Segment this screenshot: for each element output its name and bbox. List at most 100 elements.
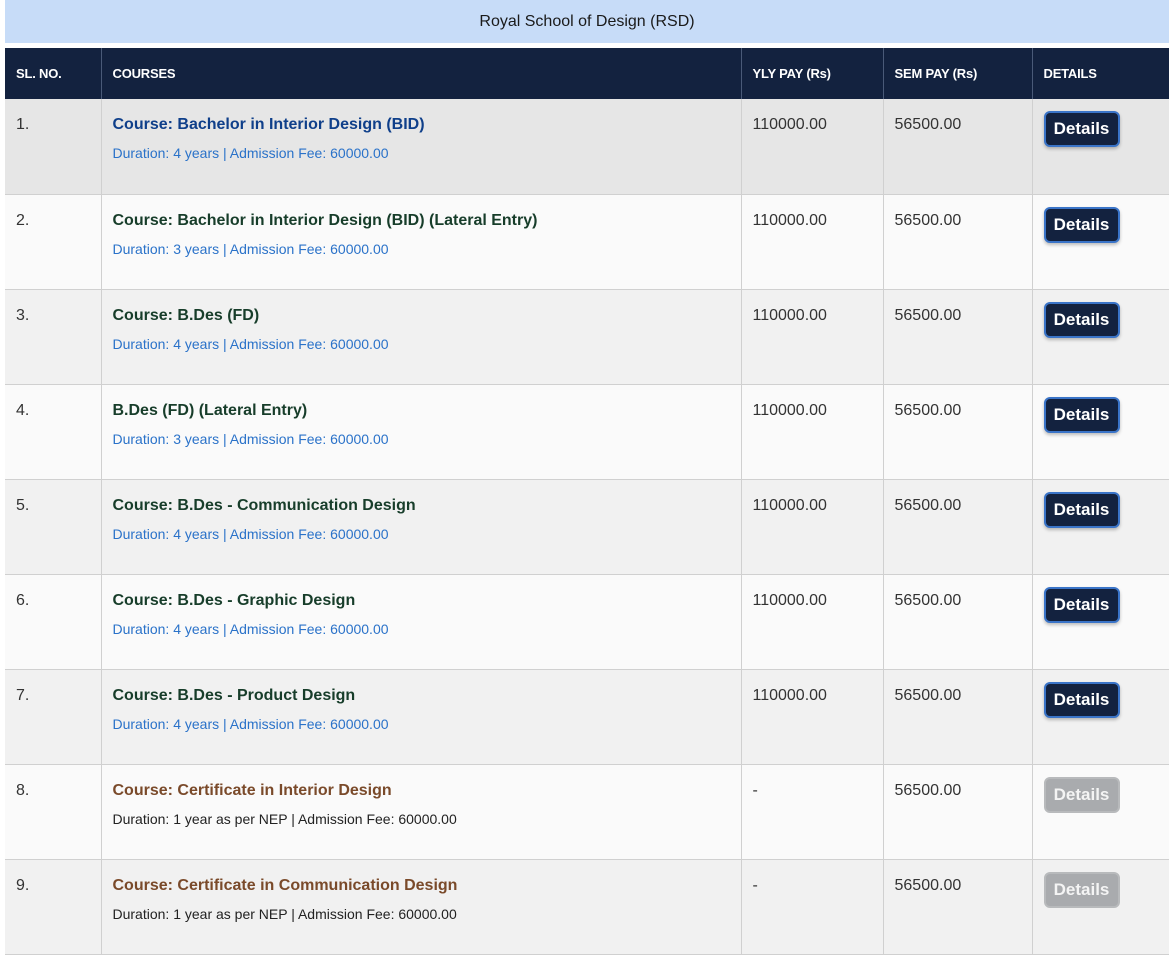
details-button: Details <box>1043 776 1120 813</box>
sl-no: 7. <box>16 686 30 704</box>
sl-no: 8. <box>16 781 30 799</box>
fee-table: SL. NO. COURSES YLY PAY (Rs) SEM PAY (Rs… <box>5 48 1169 955</box>
yly-pay: 110000.00 <box>752 401 827 419</box>
details-button[interactable]: Details <box>1043 586 1120 623</box>
table-row: 5. Course: B.Des - Communication Design Du… <box>5 479 1169 574</box>
sl-no-cell: 8. <box>5 764 102 859</box>
table-row: 3. Course: B.Des (FD) Duration: 4 years | … <box>5 289 1169 384</box>
details-cell: Details <box>1032 289 1169 384</box>
yly-pay: 110000.00 <box>752 591 827 609</box>
yly-pay: - <box>752 781 758 799</box>
course-info: Duration: 4 years | Admission Fee: 60000… <box>112 525 389 542</box>
yly-pay: 110000.00 <box>752 496 827 514</box>
page-title: Royal School of Design (RSD) <box>5 0 1169 43</box>
course-name: Course: B.Des - Graphic Design <box>112 591 356 609</box>
course-name: Course: Certificate in Communication Des… <box>112 876 458 894</box>
course-info: Duration: 4 years | Admission Fee: 60000… <box>112 620 389 637</box>
sem-pay-cell: 56500.00 <box>883 289 1033 384</box>
table-row: 1. Course: Bachelor in Interior Design (B… <box>5 99 1169 194</box>
table-row: 8. Course: Certificate in Interior Design… <box>5 764 1169 859</box>
course-info: Duration: 4 years | Admission Fee: 60000… <box>112 145 389 161</box>
details-button[interactable]: Details <box>1043 396 1120 433</box>
sl-no-cell: 5. <box>5 479 102 574</box>
sl-no: 1. <box>16 116 30 133</box>
yly-pay: 110000.00 <box>752 211 827 229</box>
sem-pay: 56500.00 <box>894 876 962 894</box>
course-name: Course: Certificate in Interior Design <box>112 781 392 799</box>
yly-pay-cell: 110000.00 <box>741 289 884 384</box>
sem-pay-cell: 56500.00 <box>883 99 1033 194</box>
course-info: Duration: 1 year as per NEP | Admission … <box>112 905 457 922</box>
yly-pay: 110000.00 <box>752 116 827 133</box>
course-cell: Course: Certificate in Communication Des… <box>101 859 742 954</box>
details-cell: Details <box>1032 384 1169 479</box>
sl-no: 9. <box>16 876 30 894</box>
yly-pay-cell: 110000.00 <box>741 669 884 764</box>
course-cell: Course: B.Des - Product Design Duration: … <box>101 669 742 764</box>
sl-no-cell: 1. <box>5 99 102 194</box>
table-row: 6. Course: B.Des - Graphic Design Duration… <box>5 574 1169 669</box>
yly-pay-cell: 110000.00 <box>741 479 884 574</box>
sem-pay: 56500.00 <box>894 686 962 704</box>
details-button[interactable]: Details <box>1043 111 1120 147</box>
sem-pay-cell: 56500.00 <box>883 574 1033 669</box>
table-row: 7. Course: B.Des - Product Design Duration… <box>5 669 1169 764</box>
yly-pay-cell: - <box>741 764 884 859</box>
details-cell: Details <box>1032 574 1169 669</box>
course-name: Course: Bachelor in Interior Design (BID… <box>112 211 538 229</box>
course-cell: B.Des (FD) (Lateral Entry) Duration: 3 ye… <box>101 384 742 479</box>
details-button[interactable]: Details <box>1043 681 1120 718</box>
table-body: 1. Course: Bachelor in Interior Design (B… <box>5 99 1169 954</box>
details-cell: Details <box>1032 194 1169 289</box>
course-cell: Course: B.Des (FD) Duration: 4 years | Ad… <box>101 289 742 384</box>
table-row: 2. Course: Bachelor in Interior Design (B… <box>5 194 1169 289</box>
sl-no-cell: 2. <box>5 194 102 289</box>
course-cell: Course: B.Des - Graphic Design Duration: … <box>101 574 742 669</box>
course-cell: Course: Bachelor in Interior Design (BID… <box>101 99 742 194</box>
sem-pay: 56500.00 <box>894 306 962 324</box>
details-cell: Details <box>1032 859 1169 954</box>
sl-no-cell: 4. <box>5 384 102 479</box>
header-yly-pay: YLY PAY (Rs) <box>741 48 884 99</box>
yly-pay-cell: 110000.00 <box>741 194 884 289</box>
sl-no: 3. <box>16 306 30 324</box>
sl-no-cell: 7. <box>5 669 102 764</box>
details-cell: Details <box>1032 764 1169 859</box>
yly-pay-cell: 110000.00 <box>741 574 884 669</box>
details-button[interactable]: Details <box>1043 206 1120 243</box>
course-cell: Course: Bachelor in Interior Design (BID… <box>101 194 742 289</box>
sl-no: 6. <box>16 591 30 609</box>
sem-pay-cell: 56500.00 <box>883 384 1033 479</box>
sl-no-cell: 6. <box>5 574 102 669</box>
course-cell: Course: Certificate in Interior Design Du… <box>101 764 742 859</box>
header-courses: COURSES <box>101 48 742 99</box>
header-details: DETAILS <box>1043 66 1097 81</box>
details-cell: Details <box>1032 479 1169 574</box>
course-cell: Course: B.Des - Communication Design Dura… <box>101 479 742 574</box>
sem-pay: 56500.00 <box>894 401 962 419</box>
sem-pay-cell: 56500.00 <box>883 669 1033 764</box>
header-sem-pay: SEM PAY (Rs) <box>883 48 1033 99</box>
yly-pay: 110000.00 <box>752 306 827 324</box>
sem-pay: 56500.00 <box>894 211 962 229</box>
course-name: B.Des (FD) (Lateral Entry) <box>112 401 308 419</box>
details-cell: Details <box>1032 669 1169 764</box>
sem-pay: 56500.00 <box>894 591 962 609</box>
sem-pay: 56500.00 <box>894 496 962 514</box>
yly-pay: 110000.00 <box>752 686 827 704</box>
sem-pay: 56500.00 <box>894 116 962 133</box>
table-header-row: SL. NO. COURSES YLY PAY (Rs) SEM PAY (Rs… <box>5 48 1169 99</box>
sem-pay-cell: 56500.00 <box>883 479 1033 574</box>
sem-pay: 56500.00 <box>894 781 962 799</box>
yly-pay-cell: 110000.00 <box>741 384 884 479</box>
details-button[interactable]: Details <box>1043 301 1120 338</box>
course-info: Duration: 1 year as per NEP | Admission … <box>112 810 457 827</box>
yly-pay-cell: - <box>741 859 884 954</box>
course-name: Course: Bachelor in Interior Design (BID… <box>112 116 425 133</box>
yly-pay: - <box>752 876 758 894</box>
course-name: Course: B.Des (FD) <box>112 306 260 324</box>
details-button[interactable]: Details <box>1043 491 1120 528</box>
table-row: 4. B.Des (FD) (Lateral Entry) Duration: 3 … <box>5 384 1169 479</box>
sl-no-cell: 9. <box>5 859 102 954</box>
course-info: Duration: 3 years | Admission Fee: 60000… <box>112 430 389 447</box>
